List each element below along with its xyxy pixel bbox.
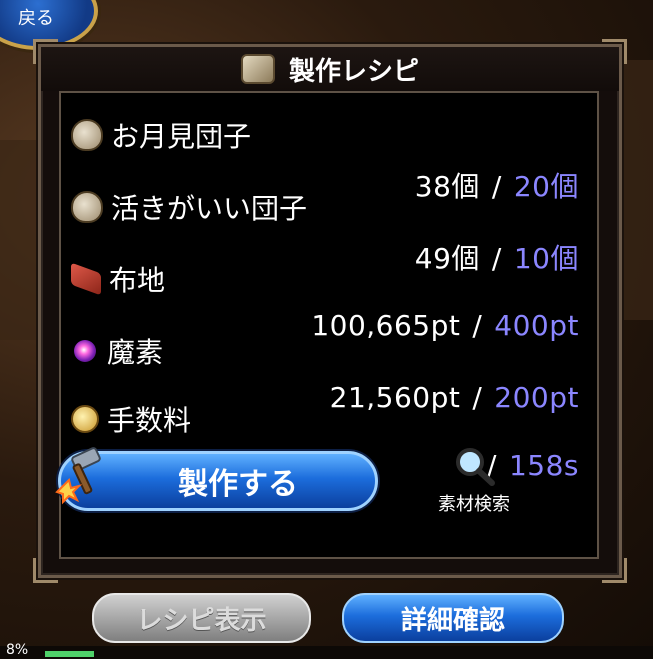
required-amount: 400pt <box>494 309 579 342</box>
material-label: 活きがいい団子 <box>111 192 308 225</box>
panel-corner <box>602 558 627 583</box>
required-amount: 10個 <box>513 242 579 275</box>
panel-corner <box>33 558 58 583</box>
coin-icon <box>71 405 99 433</box>
panel-title: 製作レシピ <box>288 56 419 87</box>
owned-amount: 21,560pt <box>329 381 461 414</box>
back-button-label: 戻る <box>18 8 54 29</box>
background-shelf <box>0 140 38 340</box>
recipe-view-button[interactable]: レシピ表示 <box>92 593 311 643</box>
material-name: 活きがいい団子 <box>71 187 307 227</box>
material-label: 魔素 <box>107 336 164 369</box>
craft-button[interactable]: 製作する <box>55 447 378 511</box>
material-name: 手数料 <box>71 399 191 439</box>
progress-fill <box>45 651 94 657</box>
magnifier-icon <box>456 448 495 486</box>
craft-button-label: 製作する <box>178 467 298 502</box>
detail-check-button[interactable]: 詳細確認 <box>342 593 564 643</box>
quantity-separator: / <box>491 242 502 275</box>
owned-amount: 38個 <box>414 170 480 203</box>
recipe-view-label: レシピ表示 <box>136 605 267 636</box>
search-label: 素材検索 <box>438 494 510 515</box>
dango-bag-icon <box>71 191 103 223</box>
quantity-separator: / <box>472 381 483 414</box>
owned-amount: 100,665pt <box>311 309 461 342</box>
owned-amount: 49個 <box>414 242 480 275</box>
material-label: 布地 <box>109 264 166 297</box>
material-quantity: 38個 / 20個 <box>415 165 579 205</box>
required-amount: 200pt <box>494 381 579 414</box>
loading-progress: 8% <box>0 642 653 659</box>
detail-check-label: 詳細確認 <box>400 605 505 636</box>
cloth-icon <box>71 262 101 296</box>
material-quantity: 100,665pt / 400pt <box>311 309 579 342</box>
material-name: お月見団子 <box>71 115 251 155</box>
material-label: お月見団子 <box>111 120 252 153</box>
material-search-button[interactable]: 素材検索 <box>424 446 524 516</box>
crafting-scroll-icon <box>240 54 275 84</box>
quantity-separator: / <box>472 309 483 342</box>
quantity-separator: / <box>491 170 502 203</box>
magic-orb-icon <box>74 340 96 362</box>
panel-header: 製作レシピ <box>41 47 619 91</box>
required-amount: 20個 <box>513 170 579 203</box>
progress-label: 8% <box>6 642 29 658</box>
material-name: 魔素 <box>71 331 163 371</box>
material-label: 手数料 <box>107 404 192 437</box>
material-quantity: 21,560pt / 200pt <box>330 381 579 414</box>
material-quantity: 49個 / 10個 <box>415 237 579 277</box>
hammer-icon <box>55 447 101 505</box>
material-name: 布地 <box>71 259 165 299</box>
dango-bag-icon <box>71 119 103 151</box>
